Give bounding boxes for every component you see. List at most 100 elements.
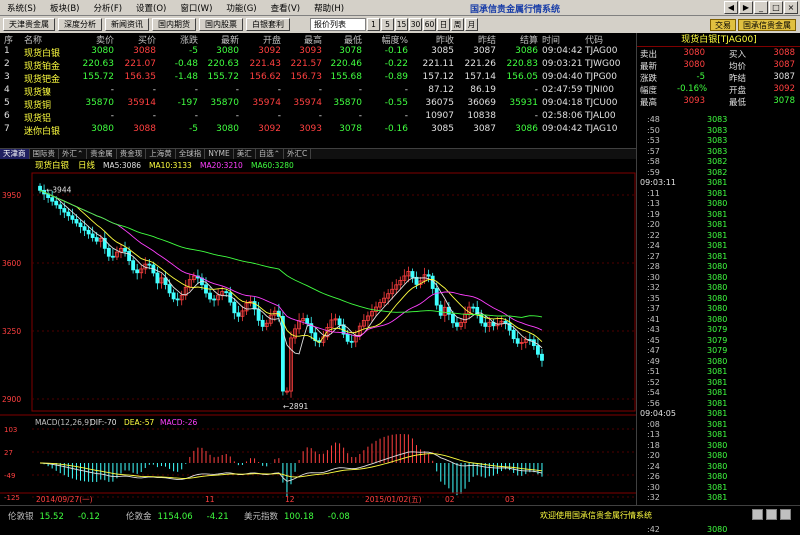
menu-system[interactable]: 系统(S) xyxy=(0,2,43,14)
cell-prevset: 157.14 xyxy=(460,72,496,82)
market-tab[interactable]: 贵金现 xyxy=(117,149,147,159)
market-tab[interactable]: 全球指 xyxy=(176,149,206,159)
menu-window[interactable]: 窗口(W) xyxy=(173,2,219,14)
cell-high: 35974 xyxy=(288,98,322,108)
broker-button[interactable]: 国承信贵金属 xyxy=(738,19,796,31)
cell-pct: - xyxy=(372,111,408,121)
cell-low: 35870 xyxy=(328,98,362,108)
period-month-button[interactable]: 月 xyxy=(465,18,478,31)
index-ticker[interactable]: 美元指数100.18-0.08 xyxy=(244,510,350,522)
table-row[interactable]: 2现货铂金220.63221.07-0.48220.63221.43221.57… xyxy=(0,59,636,72)
market-tab[interactable]: 上海黄 xyxy=(146,149,176,159)
table-row[interactable]: 4现货镍--------87.1286.19-02:47:59TJNI00 xyxy=(0,85,636,98)
domestic-futures-button[interactable]: 国内期货 xyxy=(152,18,196,31)
menu-settings[interactable]: 设置(O) xyxy=(129,2,173,14)
column-header[interactable]: 序 xyxy=(4,33,18,46)
index-ticker[interactable]: 伦敦银15.52-0.12 xyxy=(8,510,100,522)
help-icon[interactable] xyxy=(780,509,791,520)
column-header[interactable]: 结算 xyxy=(502,33,538,46)
tick-time: :37 xyxy=(647,304,660,313)
period-15-button[interactable]: 15 xyxy=(395,18,408,31)
menu-sector[interactable]: 板块(B) xyxy=(43,2,86,14)
tick-time: :54 xyxy=(647,388,660,397)
menu-analysis[interactable]: 分析(F) xyxy=(87,2,130,14)
maximize-icon[interactable]: □ xyxy=(769,1,783,14)
cell-time: 09:03:21 xyxy=(542,59,590,69)
trade-button[interactable]: 交易 xyxy=(710,19,736,31)
menu-help[interactable]: 帮助(H) xyxy=(307,2,351,14)
market-tab[interactable]: 国际贵 xyxy=(30,149,60,159)
tick-price: 3079 xyxy=(707,336,727,345)
period-1-button[interactable]: 1 xyxy=(367,18,380,31)
market-tab[interactable]: 美汇 xyxy=(234,149,256,159)
news-button[interactable]: 新闻资讯 xyxy=(105,18,149,31)
cell-buy: 3088 xyxy=(124,46,156,56)
column-header[interactable]: 名称 xyxy=(24,33,84,46)
market-tab[interactable]: 天津商 xyxy=(0,149,30,159)
tick-price: 3081 xyxy=(707,420,727,429)
table-row[interactable]: 3现货钯金155.72156.35-1.48155.72156.62156.73… xyxy=(0,72,636,85)
detail-row: 最高3093最低3078 xyxy=(637,96,800,108)
market-tab[interactable]: 外汇C xyxy=(284,149,311,159)
kline-chart[interactable]: 3950360032502900现货白银日线MA5:3086MA10:3133M… xyxy=(0,159,636,505)
tick-price: 3083 xyxy=(707,147,727,156)
detail-v2: 3087 xyxy=(767,60,795,70)
back-icon[interactable]: ◀ xyxy=(724,1,738,14)
table-row[interactable]: 7迷你白银30803088-53080309230933078-0.163085… xyxy=(0,124,636,137)
market-tab[interactable]: 自选⌃ xyxy=(256,149,284,159)
market-tab[interactable]: 贵金属 xyxy=(87,149,117,159)
column-header[interactable]: 最低 xyxy=(328,33,362,46)
column-header[interactable]: 最高 xyxy=(288,33,322,46)
forward-icon[interactable]: ▶ xyxy=(739,1,753,14)
market-tab[interactable]: NYME xyxy=(205,149,233,159)
ma5-line xyxy=(40,190,542,354)
period-day-button[interactable]: 日 xyxy=(437,18,450,31)
kline-chart-area[interactable]: 3950360032502900现货白银日线MA5:3086MA10:3133M… xyxy=(0,159,636,505)
menu-function[interactable]: 功能(G) xyxy=(219,2,263,14)
detail-row: 幅度-0.16%开盘3092 xyxy=(637,84,800,96)
cell-pct: -0.89 xyxy=(372,72,408,82)
x-tick-label: 11 xyxy=(205,495,215,504)
close-icon[interactable]: × xyxy=(784,1,798,14)
column-header[interactable]: 卖价 xyxy=(82,33,114,46)
tick-row: :303080 xyxy=(637,273,800,284)
cell-prevset: 10838 xyxy=(460,111,496,121)
column-header[interactable]: 买价 xyxy=(124,33,156,46)
period-5-button[interactable]: 5 xyxy=(381,18,394,31)
sound-icon[interactable] xyxy=(752,509,763,520)
silver-arbitrage-button[interactable]: 白银套利 xyxy=(246,18,290,31)
table-row[interactable]: 6现货铝--------1090710838-02:58:06TJAL00 xyxy=(0,111,636,124)
tab-tianjin-precious-metal[interactable]: 天津贵金属 xyxy=(3,18,55,31)
period-60-button[interactable]: 60 xyxy=(423,18,436,31)
column-header[interactable]: 幅度% xyxy=(372,33,408,46)
minimize-icon[interactable]: _ xyxy=(754,1,768,14)
column-header[interactable]: 昨收 xyxy=(418,33,454,46)
settings-icon[interactable] xyxy=(766,509,777,520)
cell-sell: 220.63 xyxy=(82,59,114,69)
column-header[interactable]: 开盘 xyxy=(247,33,281,46)
column-header[interactable]: 时间 xyxy=(542,33,590,46)
period-30-button[interactable]: 30 xyxy=(409,18,422,31)
column-header[interactable]: 昨结 xyxy=(460,33,496,46)
index-ticker[interactable]: 伦敦金1154.06-4.21 xyxy=(126,510,229,522)
column-header[interactable]: 最新 xyxy=(205,33,239,46)
menu-view[interactable]: 查看(V) xyxy=(264,2,307,14)
candle-body xyxy=(107,248,110,256)
table-row[interactable]: 1现货白银30803088-53080309230933078-0.163085… xyxy=(0,46,636,59)
tick-price: 3080 xyxy=(707,357,727,366)
column-header[interactable]: 涨跌 xyxy=(168,33,198,46)
deep-analysis-button[interactable]: 深度分析 xyxy=(58,18,102,31)
candle-body xyxy=(346,334,349,341)
cell-code: TJAG00 xyxy=(585,46,631,56)
cell-prev: 157.12 xyxy=(418,72,454,82)
period-week-button[interactable]: 周 xyxy=(451,18,464,31)
market-tab[interactable]: 外汇⌃ xyxy=(59,149,87,159)
cell-last: 3080 xyxy=(205,124,239,134)
table-row[interactable]: 5现货铜3587035914-19735870359743597435870-0… xyxy=(0,98,636,111)
domestic-stocks-button[interactable]: 国内股票 xyxy=(199,18,243,31)
column-header[interactable]: 代码 xyxy=(585,33,631,46)
app-title: 国承信贵金属行情系统 xyxy=(470,2,560,15)
view-select[interactable]: 报价列表 xyxy=(310,18,366,31)
candle-body xyxy=(132,261,135,270)
tick-list[interactable]: :483083:503083:533083:573083:583082:5930… xyxy=(637,115,800,535)
